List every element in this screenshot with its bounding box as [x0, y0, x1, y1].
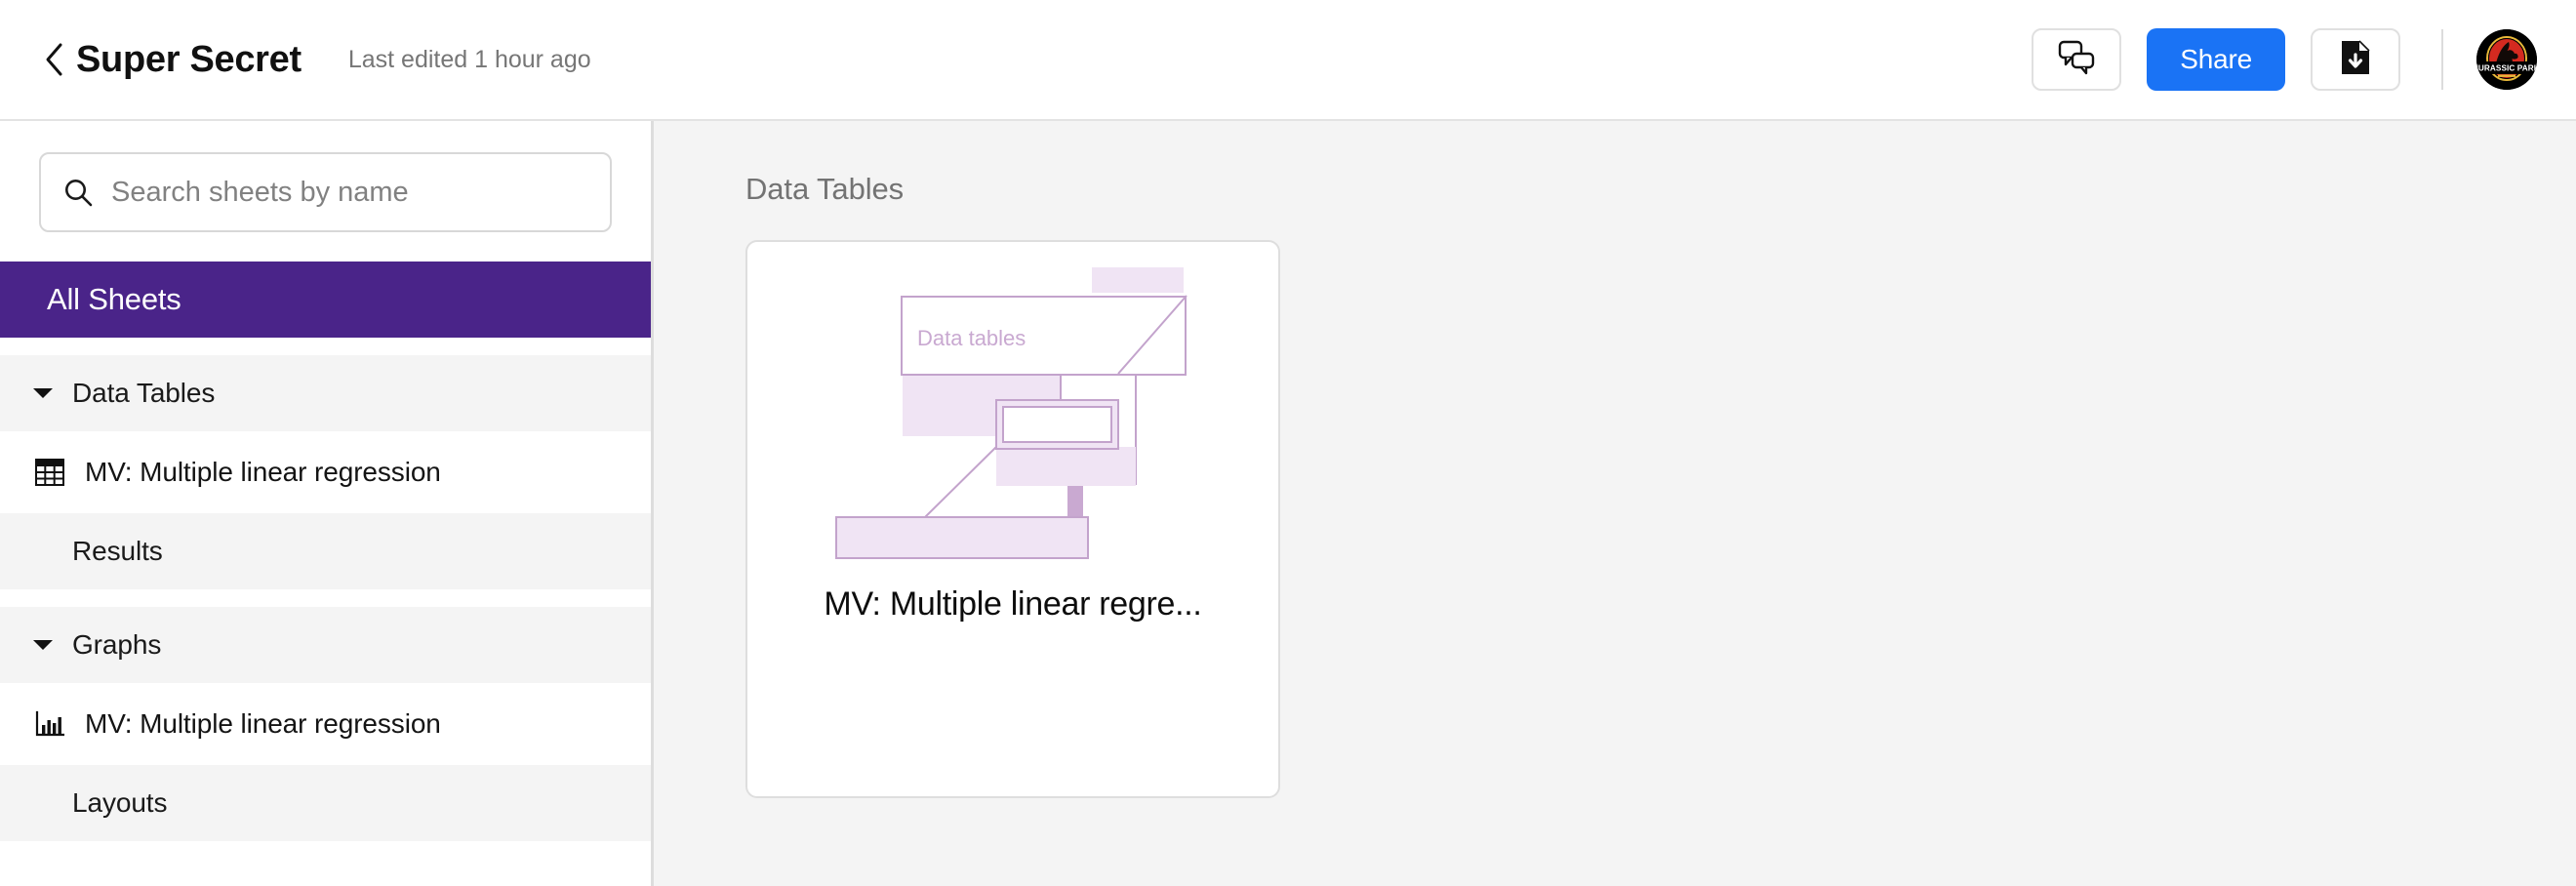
card-grid: Data tables MV: Multiple linear regre...	[745, 240, 2576, 798]
bar-chart-icon	[33, 707, 66, 741]
card-title: MV: Multiple linear regre...	[824, 585, 1202, 623]
search-icon	[62, 177, 94, 208]
sidebar-item-all-sheets[interactable]: All Sheets	[0, 262, 651, 338]
avatar[interactable]: JURASSIC PARK	[2476, 29, 2537, 90]
chevron-down-icon	[29, 386, 57, 400]
sidebar-group-label: Results	[72, 536, 163, 566]
app-header: Super Secret Last edited 1 hour ago Shar…	[0, 0, 2576, 121]
section-title: Data Tables	[745, 172, 905, 206]
back-button[interactable]	[37, 38, 70, 81]
sidebar: All Sheets Data Tables	[0, 121, 654, 886]
chevron-down-icon	[29, 638, 57, 652]
sidebar-group-label: Graphs	[72, 629, 162, 660]
table-grid-icon	[33, 456, 66, 489]
main-content: Data Tables Data tables MV: Multiple lin…	[654, 121, 2576, 886]
data-table-illustration: Data tables	[835, 267, 1187, 559]
sidebar-spacer	[0, 589, 651, 607]
share-button[interactable]: Share	[2147, 28, 2285, 91]
sidebar-group-results[interactable]: Results	[0, 513, 651, 589]
app-body: All Sheets Data Tables	[0, 121, 2576, 886]
file-download-icon	[2340, 39, 2371, 81]
sidebar-group-data-tables[interactable]: Data Tables	[0, 355, 651, 431]
header-right-group: Share JURASSIC PARK	[2032, 28, 2537, 91]
header-left-group: Super Secret Last edited 1 hour ago	[37, 38, 591, 81]
sidebar-spacer	[0, 338, 651, 355]
jurassic-park-logo-icon: JURASSIC PARK	[2476, 29, 2537, 90]
comments-bubbles-icon	[2058, 40, 2095, 80]
sidebar-item-data-table-sheet[interactable]: MV: Multiple linear regression	[0, 431, 651, 513]
last-edited-label: Last edited 1 hour ago	[347, 45, 591, 73]
chevron-left-icon	[43, 42, 64, 77]
document-title: Super Secret	[76, 39, 302, 80]
download-button[interactable]	[2311, 28, 2400, 91]
search-box[interactable]	[39, 152, 612, 232]
app-root: Super Secret Last edited 1 hour ago Shar…	[0, 0, 2576, 886]
sidebar-group-graphs[interactable]: Graphs	[0, 607, 651, 683]
sheet-card[interactable]: Data tables MV: Multiple linear regre...	[745, 240, 1280, 798]
search-container	[0, 121, 651, 262]
sidebar-group-layouts[interactable]: Layouts	[0, 765, 651, 841]
sidebar-item-graph-sheet[interactable]: MV: Multiple linear regression	[0, 683, 651, 765]
comments-button[interactable]	[2032, 28, 2122, 91]
svg-text:JURASSIC PARK: JURASSIC PARK	[2476, 64, 2537, 73]
sidebar-item-label: MV: Multiple linear regression	[85, 457, 441, 487]
header-divider	[2441, 29, 2443, 90]
sidebar-group-label: Layouts	[72, 787, 168, 818]
thumbnail-label: Data tables	[917, 326, 1026, 350]
sidebar-group-label: Data Tables	[72, 378, 216, 408]
sidebar-item-label: MV: Multiple linear regression	[85, 708, 441, 739]
search-input[interactable]	[111, 176, 588, 209]
